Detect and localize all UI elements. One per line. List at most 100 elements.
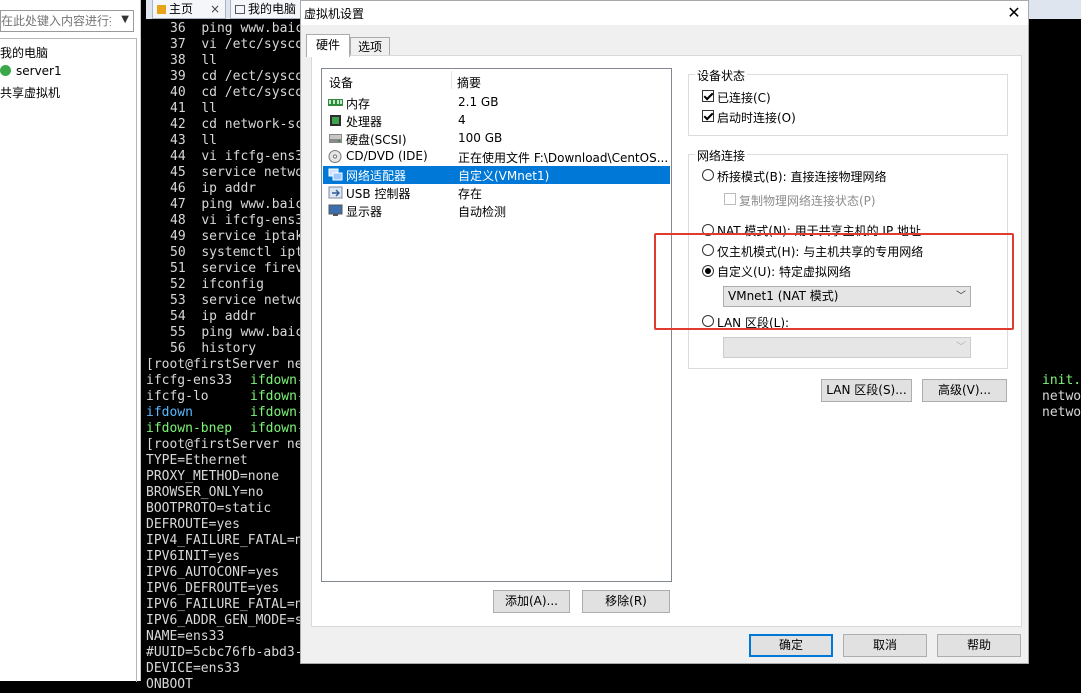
cd-icon (328, 150, 343, 163)
terminal-line: 41 ll (170, 101, 217, 116)
terminal-line: IPV6_FAILURE_FATAL=n (146, 597, 303, 612)
connected-checkbox[interactable] (702, 90, 714, 102)
terminal-line: PROXY_METHOD=none (146, 469, 280, 484)
terminal-line: [root@firstServer ne (146, 357, 303, 372)
terminal-line: 55 ping www.baic (170, 325, 304, 340)
terminal-line: 46 ip addr (170, 181, 257, 196)
device-row-network-adapter[interactable]: 网络适配器 自定义(VMnet1) (323, 166, 670, 184)
remove-device-button[interactable]: 移除(R) (582, 590, 670, 613)
device-row-usb[interactable]: USB 控制器 存在 (323, 184, 670, 202)
terminal-line: 48 vi ifcfg-ens3 (170, 213, 304, 228)
device-list[interactable]: 设备 摘要 内存 2.1 GB 处理器 4 硬盘(SCSI) 100 GB CD… (321, 68, 672, 582)
terminal-line: 38 ll (170, 53, 217, 68)
network-connection-label: 网络连接 (695, 147, 748, 164)
chevron-down-icon[interactable]: ▼ (121, 14, 129, 25)
terminal-line: 42 cd network-sc (170, 117, 304, 132)
replicate-state-checkbox[interactable] (724, 193, 736, 205)
terminal-line: IPV6_ADDR_GEN_MODE=s (146, 613, 303, 628)
terminal-line: IPV6_DEFROUTE=yes (146, 581, 280, 596)
terminal-line: 49 service iptak (170, 229, 304, 244)
tree-item-shared-vms[interactable]: 共享虚拟机 (0, 84, 60, 101)
terminal-line: ifdown ifdown- (146, 405, 305, 420)
terminal-line: BOOTPROTO=static (146, 501, 272, 516)
bridged-radio[interactable] (702, 169, 714, 181)
terminal-line: BROWSER_ONLY=no (146, 485, 264, 500)
lan-segment-select[interactable]: ﹀ (723, 337, 971, 358)
cpu-icon (328, 114, 343, 127)
tab-hardware[interactable]: 硬件 (306, 34, 350, 57)
terminal-line: 39 cd /ect/sysco (170, 69, 304, 84)
home-icon (157, 5, 166, 14)
column-header-summary: 摘要 (457, 76, 482, 90)
library-tree: 我的电脑 server1 共享虚拟机 (0, 38, 137, 682)
terminal-line: IPV4_FAILURE_FATAL=n (146, 533, 303, 548)
device-row-disk[interactable]: 硬盘(SCSI) 100 GB (323, 130, 670, 148)
terminal-line: netwo (1042, 405, 1081, 420)
cancel-button[interactable]: 取消 (843, 634, 927, 657)
computer-icon (235, 5, 245, 14)
terminal-line: IPV6INIT=yes (146, 549, 240, 564)
library-search[interactable]: ▼ (0, 10, 134, 32)
terminal-line: 54 ip addr (170, 309, 257, 324)
memory-icon (328, 96, 343, 109)
terminal-line: 40 cd /etc/sysco (170, 85, 304, 100)
display-icon (328, 204, 343, 217)
terminal-line: [root@firstServer ne (146, 437, 303, 452)
close-button[interactable]: ✕ (1000, 1, 1028, 25)
terminal-line: init. (1042, 373, 1081, 388)
terminal-line: TYPE=Ethernet (146, 453, 248, 468)
terminal-line: ONBOOT (146, 677, 193, 692)
device-row-processor[interactable]: 处理器 4 (323, 112, 670, 130)
tree-item-server1[interactable]: server1 (0, 64, 62, 78)
terminal-line: ifcfg-lo ifdown- (146, 389, 305, 404)
disk-icon (328, 132, 343, 145)
terminal-line: netwo (1042, 389, 1081, 404)
terminal-line: ifdown-bnep ifdown- (146, 421, 305, 436)
device-row-memory[interactable]: 内存 2.1 GB (323, 94, 670, 112)
network-icon (328, 168, 343, 181)
terminal-line: 45 service netwo (170, 165, 304, 180)
chevron-down-icon: ﹀ (956, 342, 966, 353)
lan-segments-button[interactable]: LAN 区段(S)... (821, 379, 912, 402)
tab-home[interactable]: 主页 × (152, 0, 226, 19)
connect-at-power-on-label: 启动时连接(O) (717, 111, 796, 125)
ok-button[interactable]: 确定 (749, 634, 833, 657)
terminal-line: 44 vi ifcfg-ens3 (170, 149, 304, 164)
terminal-line: NAME=ens33 (146, 629, 225, 644)
terminal-line: DEFROUTE=yes (146, 517, 240, 532)
tree-item-my-computer[interactable]: 我的电脑 (0, 44, 48, 61)
terminal-line: 51 service firev (170, 261, 304, 276)
terminal-line: 50 systemctl ipt (170, 245, 304, 260)
tab-options[interactable]: 选项 (350, 37, 390, 56)
device-row-cddvd[interactable]: CD/DVD (IDE) 正在使用文件 F:\Download\CentOS..… (323, 148, 670, 166)
terminal-line: IPV6_AUTOCONF=yes (146, 565, 280, 580)
terminal-line: 53 service netwo (170, 293, 304, 308)
vm-icon (0, 65, 11, 76)
terminal-line: 56 history (170, 341, 257, 356)
bridged-label: 桥接模式(B): 直接连接物理网络 (717, 170, 887, 184)
terminal-line: DEVICE=ens33 (146, 661, 240, 676)
terminal-line: #UUID=5cbc76fb-abd3- (146, 645, 303, 660)
column-header-device: 设备 (329, 76, 354, 90)
terminal-line: ifcfg-ens33 ifdown- (146, 373, 305, 388)
replicate-state-label: 复制物理网络连接状态(P) (739, 194, 876, 208)
terminal-line: 47 ping www.baic (170, 197, 304, 212)
help-button[interactable]: 帮助 (937, 634, 1021, 657)
terminal-line: 52 ifconfig (170, 277, 264, 292)
usb-icon (328, 186, 343, 199)
device-status-label: 设备状态 (695, 67, 748, 84)
terminal-line: 36 ping www.baic (170, 21, 304, 36)
terminal-line: 43 ll (170, 133, 217, 148)
add-device-button[interactable]: 添加(A)... (493, 590, 570, 613)
connect-at-power-on-checkbox[interactable] (702, 110, 714, 122)
close-icon[interactable]: × (210, 0, 220, 18)
dialog-title: 虚拟机设置 (304, 7, 365, 21)
search-input[interactable] (1, 12, 111, 30)
library-panel: ▼ 我的电脑 server1 共享虚拟机 (0, 0, 141, 682)
tab-my-computer[interactable]: 我的电脑 (230, 0, 310, 19)
close-icon: ✕ (1007, 3, 1021, 22)
advanced-button[interactable]: 高级(V)... (922, 379, 1007, 402)
highlight-annotation (654, 233, 1014, 330)
dialog-titlebar: 虚拟机设置 ✕ (301, 1, 1028, 25)
device-row-display[interactable]: 显示器 自动检测 (323, 202, 670, 220)
